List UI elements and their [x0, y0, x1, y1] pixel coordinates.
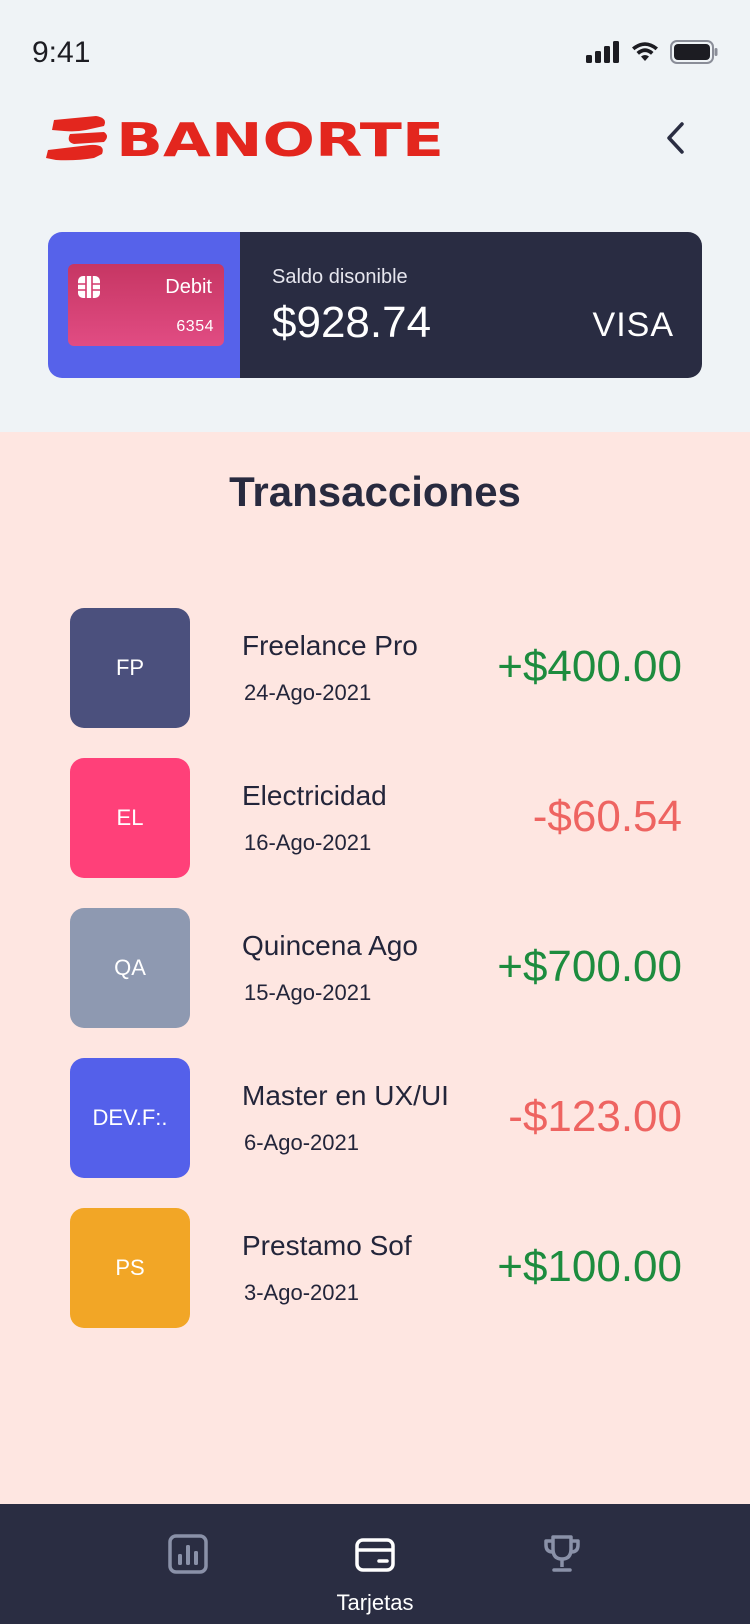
transaction-avatar: DEV.F:. [70, 1058, 190, 1178]
cellular-signal-icon [586, 41, 619, 63]
tab-tarjetas-label: Tarjetas [336, 1590, 414, 1615]
transaction-date: 24-Ago-2021 [244, 680, 372, 705]
transaction-row[interactable]: QA Quincena Ago 15-Ago-2021 +$700.00 [0, 908, 750, 1028]
transaction-name: Master en UX/UI [242, 1080, 449, 1111]
balance-label: Saldo disonible [272, 266, 408, 288]
transaction-row[interactable]: EL Electricidad 16-Ago-2021 -$60.54 [0, 758, 750, 878]
banorte-logo: BANORTE [46, 114, 444, 162]
transaction-row[interactable]: PS Prestamo Sof 3-Ago-2021 +$100.00 [0, 1208, 750, 1328]
debit-card-thumbnail: Debit 6354 [68, 264, 224, 346]
transaction-row[interactable]: FP Freelance Pro 24-Ago-2021 +$400.00 [0, 608, 750, 728]
transactions-title: Transacciones [229, 468, 521, 515]
tab-tarjetas[interactable]: Tarjetas [295, 1504, 455, 1624]
balance-panel: Saldo disonible $928.74 VISA [240, 232, 702, 378]
transaction-initials: DEV.F:. [92, 1105, 168, 1130]
tab-stats[interactable] [108, 1504, 268, 1624]
transaction-date: 15-Ago-2021 [244, 980, 372, 1005]
transaction-row[interactable]: DEV.F:. Master en UX/UI 6-Ago-2021 -$123… [0, 1058, 750, 1178]
transaction-avatar: FP [70, 608, 190, 728]
transaction-initials: PS [115, 1255, 145, 1280]
transaction-avatar: EL [70, 758, 190, 878]
battery-icon [670, 40, 718, 64]
card-network-label: VISA [592, 306, 674, 344]
transaction-date: 3-Ago-2021 [244, 1280, 359, 1305]
transaction-date: 6-Ago-2021 [244, 1130, 359, 1155]
transaction-avatar: PS [70, 1208, 190, 1328]
card-last-digits: 6354 [176, 318, 214, 335]
transaction-initials: EL [116, 805, 144, 830]
transaction-name: Prestamo Sof [242, 1230, 412, 1261]
bottom-tab-bar: Tarjetas [0, 1504, 750, 1624]
transaction-initials: QA [114, 955, 146, 980]
balance-amount: $928.74 [272, 298, 432, 347]
wifi-icon [632, 42, 658, 61]
tab-rewards[interactable] [482, 1504, 642, 1624]
transactions-section: Transacciones FP Freelance Pro 24-Ago-20… [0, 432, 750, 1504]
transaction-name: Electricidad [242, 780, 387, 811]
transaction-amount: +$400.00 [497, 642, 682, 691]
wallet-card-icon [355, 1538, 395, 1572]
transaction-avatar: QA [70, 908, 190, 1028]
card-chip-icon [78, 276, 100, 298]
transaction-amount: -$60.54 [532, 792, 682, 841]
account-balance-card[interactable]: Debit 6354 Saldo disonible $928.74 VISA [48, 232, 702, 378]
card-type: Debit [165, 276, 212, 298]
transaction-amount: -$123.00 [508, 1092, 682, 1141]
status-time: 9:41 [32, 36, 91, 69]
header: BANORTE [0, 100, 750, 230]
transaction-name: Quincena Ago [242, 930, 418, 961]
banorte-wordmark: BANORTE [116, 114, 444, 162]
status-icons [586, 40, 718, 64]
status-bar: 9:41 [0, 0, 750, 100]
transaction-name: Freelance Pro [242, 630, 418, 661]
chevron-left-icon [667, 122, 684, 154]
back-button[interactable] [652, 114, 700, 162]
transaction-amount: +$100.00 [497, 1242, 682, 1291]
bar-chart-icon [168, 1534, 208, 1574]
card-preview-panel: Debit 6354 [48, 232, 240, 378]
transaction-initials: FP [115, 655, 145, 680]
transaction-amount: +$700.00 [497, 942, 682, 991]
trophy-icon [544, 1535, 580, 1572]
transaction-date: 16-Ago-2021 [244, 830, 372, 855]
